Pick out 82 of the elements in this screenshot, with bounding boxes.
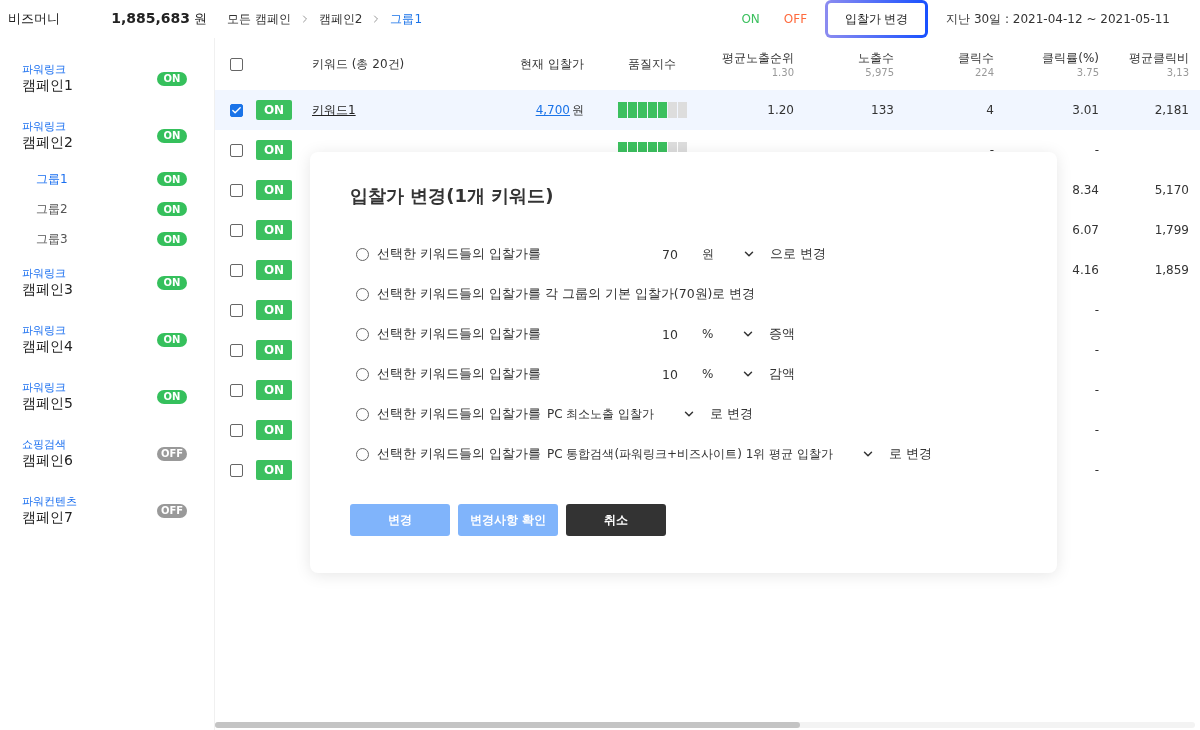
campaign-type: 파워링크 xyxy=(22,266,67,281)
column-header: 키워드 (총 20건) xyxy=(312,55,405,73)
option-suffix: 로 변경 xyxy=(888,445,932,463)
group-link[interactable]: 그룹2 xyxy=(36,200,68,218)
campaign-type: 파워링크 xyxy=(22,62,67,77)
unit-select[interactable]: % xyxy=(692,327,762,341)
option-suffix: 감액 xyxy=(769,365,796,383)
campaign-link[interactable]: 캠페인6 xyxy=(22,452,73,470)
column-header[interactable]: 노출수 xyxy=(858,50,894,67)
campaign-link[interactable]: 캠페인7 xyxy=(22,509,77,527)
table-cell: - xyxy=(1094,143,1099,157)
campaign-link[interactable]: 캠페인3 xyxy=(22,281,73,299)
column-total: 224 xyxy=(974,67,994,78)
selected-row[interactable]: ON 키워드1 4,700 원 1.20 133 4 3.01 2,181 xyxy=(215,90,1200,130)
column-header[interactable]: 평균클릭비 xyxy=(1129,50,1189,67)
table-cell: 8.34 xyxy=(1072,183,1099,197)
option-label: 선택한 키워드들의 입찰가를 각 그룹의 기본 입찰가(70원)로 변경 xyxy=(377,285,756,303)
option-suffix: 증액 xyxy=(769,325,796,343)
horizontal-scrollbar[interactable] xyxy=(215,722,1195,728)
unit-select[interactable]: % xyxy=(692,367,762,381)
table-cell: 133 xyxy=(871,103,894,117)
column-header[interactable]: 평균노출순위 xyxy=(722,50,794,67)
campaign-type: 파워링크 xyxy=(22,119,67,134)
dialog-title: 입찰가 변경(1개 키워드) xyxy=(350,184,555,208)
campaign-link[interactable]: 캠페인2 xyxy=(22,134,73,152)
dialog-button[interactable]: 취소 xyxy=(566,504,666,536)
bid-link[interactable]: 4,700 xyxy=(535,103,570,117)
column-total: 3.75 xyxy=(1076,67,1099,78)
table-cell: - xyxy=(1094,463,1099,477)
select-all-checkbox[interactable] xyxy=(230,57,243,71)
campaign-type: 쇼핑검색 xyxy=(22,437,67,452)
row-checkbox[interactable] xyxy=(230,263,243,277)
campaign-link[interactable]: 캠페인1 xyxy=(22,77,73,95)
option-suffix: 로 변경 xyxy=(710,405,754,423)
row-checkbox[interactable] xyxy=(230,183,243,197)
row-checkbox[interactable] xyxy=(230,223,243,237)
table-cell: - xyxy=(989,143,994,157)
row-checkbox[interactable] xyxy=(230,463,243,477)
campaign-type: 파워링크 xyxy=(22,323,67,338)
currency-unit: 원 xyxy=(194,10,207,28)
unit-select[interactable]: 원 xyxy=(692,245,762,263)
table-cell: 4.16 xyxy=(1072,263,1099,277)
balance-amount: 1,885,683 xyxy=(111,10,190,28)
column-header[interactable]: 품질지수 xyxy=(628,55,676,73)
table-cell: 4 xyxy=(986,103,994,117)
table-cell: - xyxy=(1094,343,1099,357)
campaign-type: 파워컨텐츠 xyxy=(22,494,77,509)
column-total: 3,13 xyxy=(1166,67,1189,78)
keyword-link[interactable]: 키워드1 xyxy=(312,101,356,119)
table-cell: 6.07 xyxy=(1072,223,1099,237)
currency-unit: 원 xyxy=(572,101,584,119)
table-cell: - xyxy=(1094,423,1099,437)
column-header[interactable]: 현재 입찰가 xyxy=(520,55,584,73)
campaign-link[interactable]: 캠페인4 xyxy=(22,338,73,356)
balance-label: 비즈머니 xyxy=(8,10,60,28)
column-total: 5,975 xyxy=(865,67,894,78)
row-checkbox[interactable] xyxy=(230,383,243,397)
row-checkbox[interactable] xyxy=(230,423,243,437)
row-checkbox[interactable] xyxy=(230,343,243,357)
breadcrumb-link[interactable]: 그룹1 xyxy=(390,10,423,28)
table-cell: 1.20 xyxy=(767,103,794,117)
column-total: 1.30 xyxy=(771,67,794,78)
table-cell: - xyxy=(1094,383,1099,397)
campaign-link[interactable]: 캠페인5 xyxy=(22,395,73,413)
option-suffix: 으로 변경 xyxy=(770,245,826,263)
row-checkbox[interactable] xyxy=(230,103,243,117)
group-link[interactable]: 그룹3 xyxy=(36,230,68,248)
table-cell: 5,170 xyxy=(1154,183,1189,197)
column-header[interactable]: 클릭률(%) xyxy=(1042,50,1099,67)
row-checkbox[interactable] xyxy=(230,303,243,317)
breadcrumb-link[interactable]: 캠페인2 xyxy=(318,10,363,28)
column-header[interactable]: 클릭수 xyxy=(958,50,994,67)
date-range: 지난 30일 : 2021-04-12 ~ 2021-05-11 xyxy=(946,10,1170,28)
table-cell: 3.01 xyxy=(1072,103,1099,117)
table-cell: - xyxy=(1094,303,1099,317)
breadcrumb-link[interactable]: 모든 캠페인 xyxy=(227,10,291,28)
row-checkbox[interactable] xyxy=(230,143,243,157)
group-link[interactable]: 그룹1 xyxy=(36,170,68,188)
campaign-type: 파워링크 xyxy=(22,380,67,395)
table-cell: 1,799 xyxy=(1154,223,1189,237)
table-cell: 2,181 xyxy=(1154,103,1189,117)
table-cell: 1,859 xyxy=(1154,263,1189,277)
